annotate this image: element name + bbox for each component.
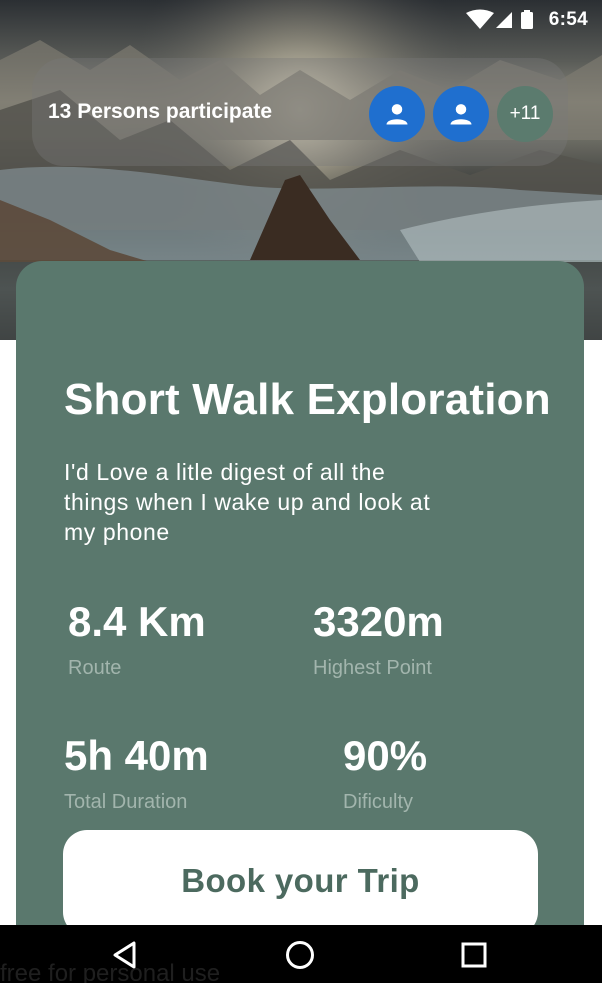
status-time: 6:54 — [548, 9, 588, 30]
avatar[interactable] — [433, 86, 489, 142]
stat-highest-point-label: Highest Point — [313, 657, 432, 679]
trip-card: Short Walk Exploration I'd Love a litle … — [16, 261, 584, 983]
stat-duration-value: 5h 40m — [64, 732, 209, 779]
trip-description: I'd Love a litle digest of all the thing… — [64, 459, 431, 545]
trip-title: Short Walk Exploration — [64, 375, 551, 424]
person-icon — [450, 104, 472, 125]
home-icon[interactable] — [284, 939, 316, 971]
wifi-icon — [466, 9, 494, 29]
book-trip-button[interactable]: Book your Trip — [63, 830, 538, 936]
stat-duration-label: Total Duration — [64, 791, 188, 813]
recents-icon[interactable] — [458, 939, 490, 971]
cell-signal-icon — [496, 12, 512, 28]
battery-icon — [521, 12, 533, 29]
status-icons — [466, 9, 536, 36]
watermark-text: free for personal use — [0, 960, 221, 983]
status-bar: 6:54 — [0, 0, 602, 38]
participants-text: 13 Persons participate — [48, 100, 273, 123]
avatar[interactable] — [369, 86, 425, 142]
stat-difficulty-label: Dificulty — [343, 791, 414, 813]
stat-route-label: Route — [68, 657, 122, 679]
stat-highest-point-value: 3320m — [313, 598, 444, 645]
person-icon — [386, 104, 408, 125]
more-participants-badge[interactable]: +11 — [497, 86, 553, 142]
participants-banner[interactable]: 13 Persons participate +11 — [32, 58, 568, 166]
stat-route-value: 8.4 Km — [68, 598, 206, 645]
stat-difficulty-value: 90% — [343, 732, 428, 779]
